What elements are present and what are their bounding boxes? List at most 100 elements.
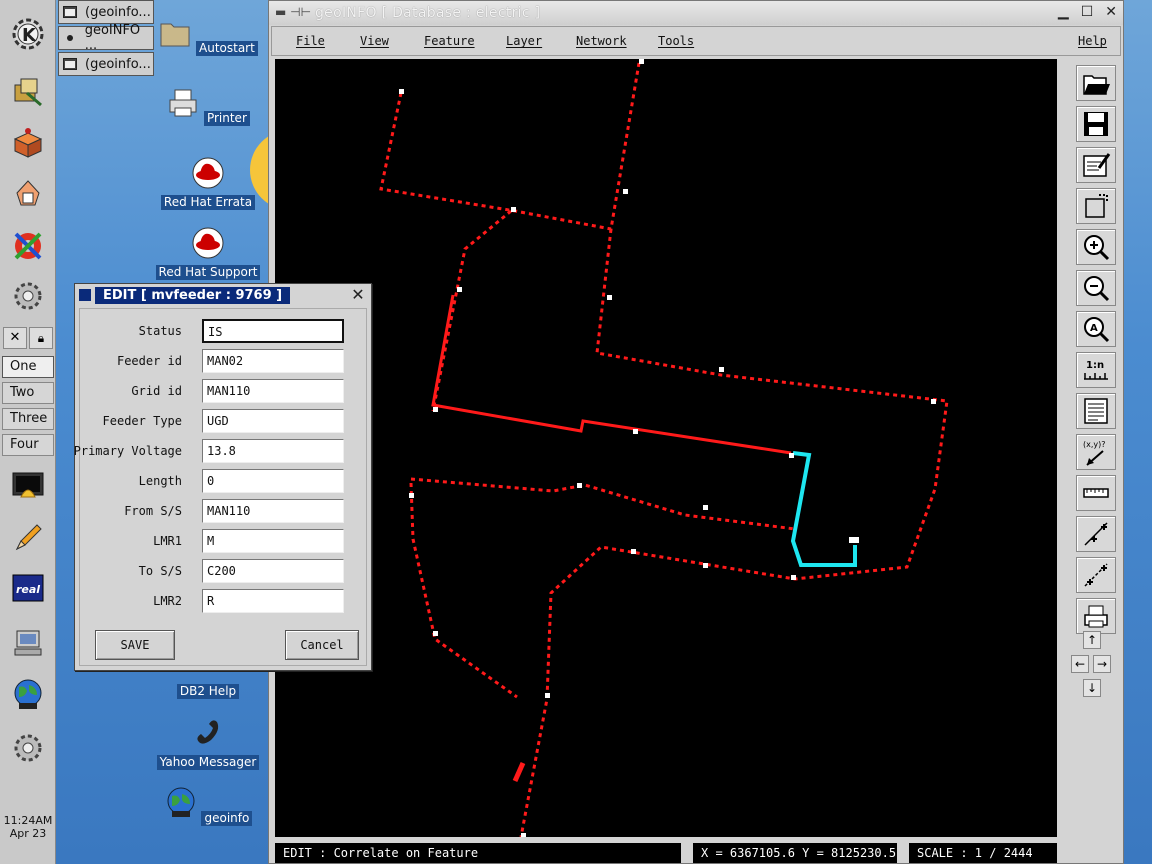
svg-text:A: A	[1090, 323, 1098, 334]
open-button[interactable]	[1076, 65, 1116, 101]
task-label: geoINFO ...	[84, 23, 141, 53]
status-scale: SCALE : 1 / 2444	[909, 843, 1057, 863]
lmr2-input[interactable]: R	[202, 589, 344, 613]
realplayer-button[interactable]: real	[6, 568, 50, 608]
globe-icon	[167, 787, 195, 817]
zoom-out-button[interactable]	[1076, 270, 1116, 306]
home-button[interactable]	[6, 172, 50, 212]
map-canvas[interactable]	[275, 59, 1057, 838]
desktop-icon-printer[interactable]: Printer	[153, 86, 263, 126]
taskbar-task-3[interactable]: (geoinfo...	[58, 52, 154, 76]
menu-feature[interactable]: Feature	[424, 34, 475, 48]
taskbar-task-2[interactable]: geoINFO ...	[58, 23, 154, 53]
field-row-length: Length 0	[80, 469, 370, 495]
zoom-all-icon: A	[1084, 317, 1110, 343]
desktop-icon-geoinfo[interactable]: geoinfo	[153, 786, 263, 826]
minimize-icon[interactable]: ▁	[1058, 4, 1069, 20]
field-label: LMR1	[153, 534, 182, 548]
feeder-type-input[interactable]: UGD	[202, 409, 344, 433]
home-folder-icon	[16, 180, 40, 206]
zoom-in-button[interactable]	[1076, 229, 1116, 265]
length-input[interactable]: 0	[202, 469, 344, 493]
lock-icon[interactable]: 🔒︎	[29, 327, 53, 349]
select-area-button[interactable]	[1076, 188, 1116, 224]
save-button[interactable]	[1076, 106, 1116, 142]
pager-desktop-three[interactable]: Three	[2, 408, 54, 430]
package-button[interactable]	[6, 122, 50, 162]
panel-settings-button[interactable]	[6, 728, 50, 768]
menu-tools[interactable]: Tools	[658, 34, 694, 48]
geoinfo-window: ▬ ⊣⊢ geoINFO [ Database : electric ] ▁ ☐…	[268, 0, 1124, 864]
primary-voltage-input[interactable]: 13.8	[202, 439, 344, 463]
feeder-id-input[interactable]: MAN02	[202, 349, 344, 373]
desktop-icon-autostart[interactable]: Autostart	[153, 16, 263, 56]
window-icon	[63, 6, 77, 18]
pan-down-icon[interactable]: ↓	[1083, 679, 1101, 697]
window-menu-icon[interactable]	[79, 289, 91, 301]
pager-desktop-one[interactable]: One	[2, 356, 54, 378]
close-icon[interactable]: ✕	[3, 327, 27, 349]
kde-panel: K ✕ 🔒︎ One Two Three Four real 11:24AM A…	[0, 0, 56, 864]
pager-desktop-two[interactable]: Two	[2, 382, 54, 404]
zoom-all-button[interactable]: A	[1076, 311, 1116, 347]
pan-right-icon[interactable]: →	[1093, 655, 1111, 673]
edit-map-button[interactable]	[1076, 147, 1116, 183]
menu-file[interactable]: File	[296, 34, 325, 48]
close-icon[interactable]: ✕	[349, 286, 367, 304]
pager-desktop-four[interactable]: Four	[2, 434, 54, 456]
grid-id-input[interactable]: MAN110	[202, 379, 344, 403]
pan-left-icon[interactable]: ←	[1071, 655, 1089, 673]
print-button[interactable]	[1076, 598, 1116, 634]
from-ss-input[interactable]: MAN110	[202, 499, 344, 523]
network-button[interactable]	[6, 622, 50, 662]
editor-button[interactable]	[6, 518, 50, 558]
phone-icon	[197, 720, 219, 744]
icon-label: Red Hat Support	[155, 265, 261, 280]
snap-vertex-button[interactable]	[1076, 557, 1116, 593]
menu-view[interactable]: View	[360, 34, 389, 48]
desktop-icon-redhat-errata[interactable]: Red Hat Errata	[153, 156, 263, 210]
dialog-titlebar[interactable]: EDIT [ mvfeeder : 9769 ]	[77, 286, 369, 305]
menu-network[interactable]: Network	[576, 34, 627, 48]
set-scale-button[interactable]: 1:n	[1076, 352, 1116, 388]
desktop-icon-db2-help[interactable]: DB2 Help	[153, 684, 263, 699]
pan-up-icon[interactable]: ↑	[1083, 631, 1101, 649]
field-row-lmr2: LMR2 R	[80, 589, 370, 615]
kde-gear-icon: K	[12, 18, 44, 50]
desktop-icon-redhat-support[interactable]: Red Hat Support	[153, 226, 263, 280]
status-input[interactable]: IS	[202, 319, 344, 343]
field-row-status: Status IS	[80, 319, 370, 345]
feeder-line	[431, 209, 512, 412]
lifebuoy-icon	[14, 232, 42, 260]
window-pin-icon[interactable]: ▬ ⊣⊢	[275, 5, 311, 19]
map-toolbar: A 1:n (x,y)?	[1071, 65, 1121, 639]
to-ss-input[interactable]: C200	[202, 559, 344, 583]
task-label: (geoinfo...	[85, 4, 151, 20]
measure-button[interactable]	[1076, 475, 1116, 511]
close-icon[interactable]: ✕	[1105, 4, 1117, 20]
field-label: LMR2	[153, 594, 182, 608]
lmr1-input[interactable]: M	[202, 529, 344, 553]
kde-menu-button[interactable]: K	[6, 14, 50, 54]
maximize-icon[interactable]: ☐	[1081, 4, 1094, 20]
control-center-button[interactable]	[6, 70, 50, 110]
icon-label: geoinfo	[201, 811, 253, 826]
menu-help[interactable]: Help	[1078, 34, 1107, 48]
move-vertex-button[interactable]	[1076, 516, 1116, 552]
taskbar-task-1[interactable]: (geoinfo...	[58, 0, 154, 24]
xy-query-button[interactable]: (x,y)?	[1076, 434, 1116, 470]
menu-layer[interactable]: Layer	[506, 34, 542, 48]
terminal-button[interactable]	[6, 466, 50, 506]
feeder-line	[379, 62, 641, 231]
settings-button[interactable]	[6, 276, 50, 316]
attribute-table-button[interactable]	[1076, 393, 1116, 429]
task-label: (geoinfo...	[85, 56, 151, 72]
kde-help-button[interactable]	[6, 226, 50, 266]
world-clock-button[interactable]	[6, 674, 50, 714]
save-button[interactable]: SAVE	[95, 630, 175, 660]
window-titlebar[interactable]: ▬ ⊣⊢ geoINFO [ Database : electric ] ▁ ☐…	[269, 1, 1123, 25]
desktop-icon-yahoo-messager[interactable]: Yahoo Messager	[153, 716, 263, 770]
zoom-in-icon	[1084, 235, 1110, 261]
field-row-grid-id: Grid id MAN110	[80, 379, 370, 405]
cancel-button[interactable]: Cancel	[285, 630, 359, 660]
